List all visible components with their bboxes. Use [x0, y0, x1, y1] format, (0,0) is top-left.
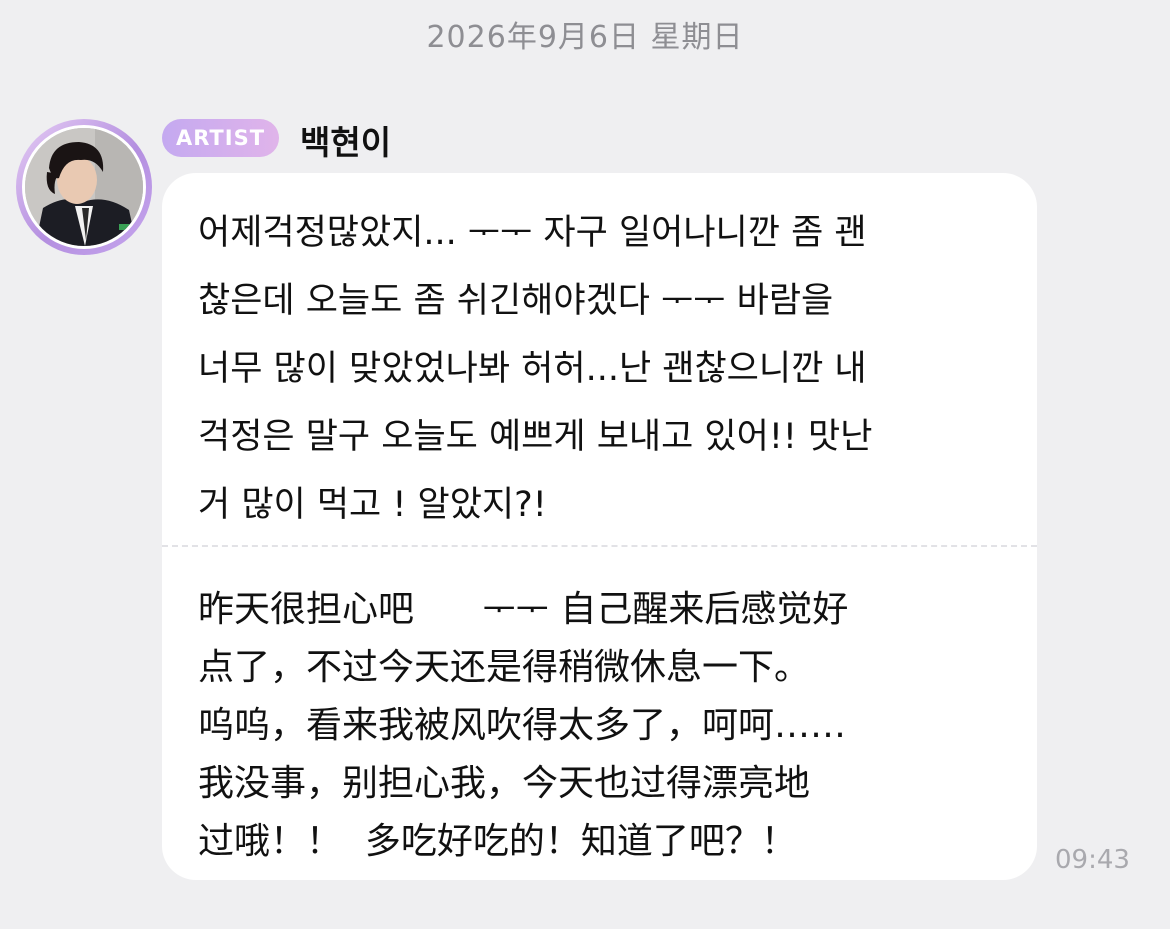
message-text-korean: 어제걱정많았지... ᅮᅮ 자구 일어나니깐 좀 괜 찮은데 오늘도 좀 쉬긴해…: [198, 213, 873, 525]
artist-badge: ARTIST: [162, 119, 279, 157]
avatar-photo: [22, 125, 146, 249]
message-text-translation: 昨天很担心吧 ᅮᅮ 自己醒来后感觉好 点了，不过今天还是得稍微休息一下。 呜呜，…: [198, 589, 849, 862]
avatar[interactable]: [16, 119, 152, 255]
sender-name: 백현이: [300, 123, 392, 162]
translation-divider: [162, 545, 1037, 547]
message-bubble[interactable]: 어제걱정많았지... ᅮᅮ 자구 일어나니깐 좀 괜 찮은데 오늘도 좀 쉬긴해…: [162, 173, 1037, 880]
message-timestamp: 09:43: [1055, 845, 1130, 875]
date-header: 2026年9月6日 星期日: [426, 20, 744, 55]
